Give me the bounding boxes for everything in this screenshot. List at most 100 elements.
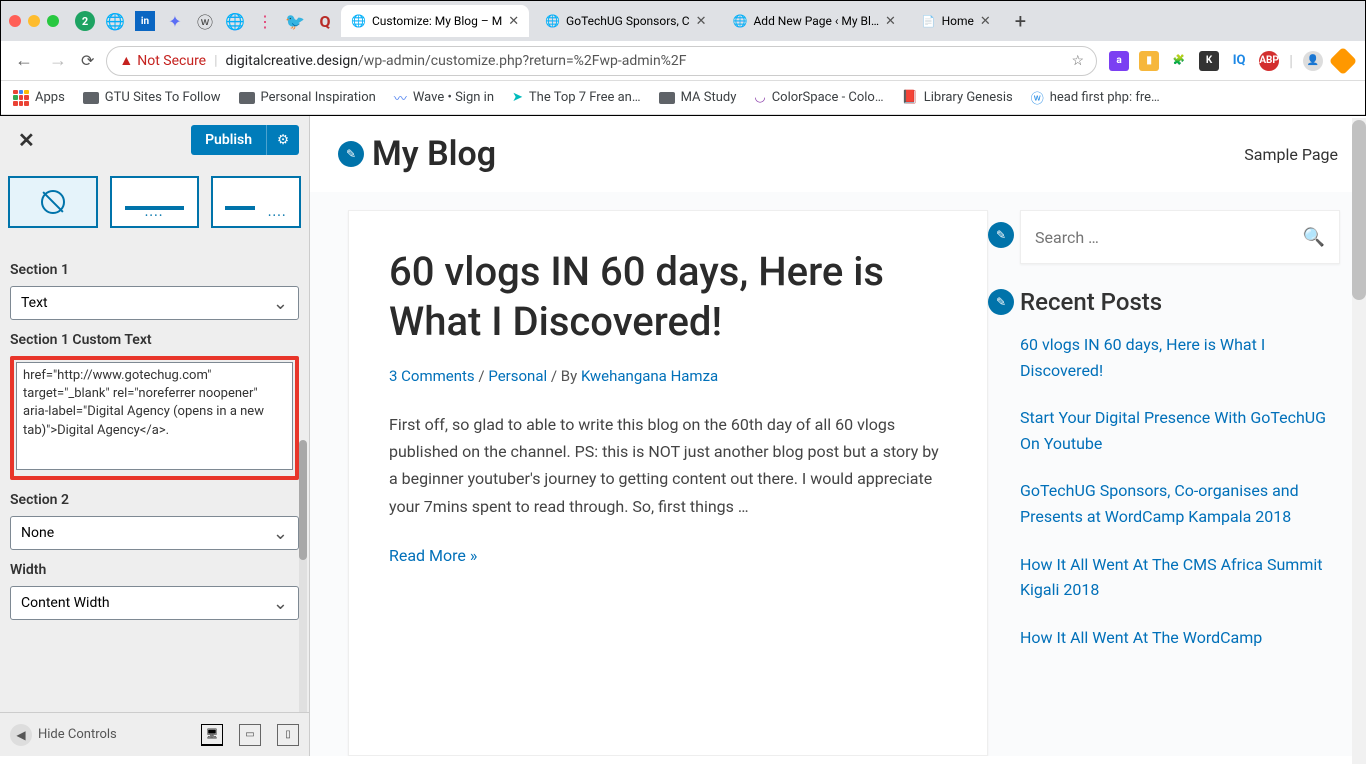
close-tab-icon[interactable]: ✕ (885, 14, 896, 29)
post-excerpt: First off, so glad to able to write this… (389, 411, 947, 520)
back-button[interactable]: ← (13, 50, 35, 71)
browser-tab[interactable]: 📄 Home ✕ (912, 5, 1001, 37)
recent-post-link[interactable]: 60 vlogs IN 60 days, Here is What I Disc… (1020, 335, 1265, 380)
edit-shortcut-icon[interactable]: ✎ (988, 289, 1014, 315)
extension-icon[interactable]: ▮ (1139, 51, 1159, 71)
width-select[interactable]: Content Width (10, 586, 299, 620)
search-icon[interactable]: 🔍 (1303, 227, 1325, 248)
adblock-icon[interactable]: ABP (1259, 51, 1279, 71)
pinned-tab-icon[interactable]: ⓦ (195, 11, 215, 31)
publish-settings-button[interactable]: ⚙ (266, 125, 299, 155)
bookmark-item[interactable]: 〰Wave • Sign in (394, 88, 494, 107)
extension-icon[interactable]: IQ (1229, 51, 1249, 71)
post-title[interactable]: 60 vlogs IN 60 days, Here is What I Disc… (389, 247, 947, 347)
bookmark-label: ColorSpace - Colo… (772, 90, 884, 105)
pinned-tab-icon[interactable]: 🌐 (105, 11, 125, 31)
recent-post-link[interactable]: How It All Went At The CMS Africa Summit… (1020, 555, 1322, 600)
list-item: Start Your Digital Presence With GoTechU… (1020, 405, 1340, 456)
recent-post-link[interactable]: How It All Went At The WordCamp (1020, 628, 1262, 647)
bookmark-item[interactable]: GTU Sites To Follow (83, 90, 221, 105)
globe-icon: 🌐 (545, 14, 560, 28)
pinned-tab-icon[interactable]: ⋮ (255, 11, 275, 31)
profile-icon[interactable]: 👤 (1303, 51, 1323, 71)
desktop-preview-button[interactable]: 🖥 (201, 724, 223, 746)
layout-option-none[interactable] (8, 176, 98, 228)
pinned-tab-icon[interactable]: in (135, 11, 155, 31)
site-title[interactable]: My Blog (372, 134, 496, 174)
footer-layout-picker: •••• •••• (0, 164, 309, 240)
forward-button[interactable]: → (47, 50, 69, 71)
new-tab-button[interactable]: + (1007, 9, 1034, 33)
width-label: Width (10, 562, 299, 578)
close-customizer-button[interactable]: ✕ (10, 124, 43, 156)
reload-button[interactable]: ⟳ (81, 51, 94, 70)
apps-label: Apps (35, 90, 65, 105)
publish-button[interactable]: Publish (191, 125, 266, 155)
extension-icon[interactable]: 🧩 (1169, 51, 1189, 71)
customizer-header: ✕ Publish ⚙ (0, 116, 309, 164)
pinned-tab-icon[interactable]: 🌐 (225, 11, 245, 31)
panel-scrollbar[interactable] (299, 440, 307, 712)
not-secure-label: Not Secure (137, 53, 206, 69)
author-link[interactable]: Kwehangana Hamza (581, 367, 718, 385)
address-bar[interactable]: ▲Not Secure | digitalcreative.design/wp-… (106, 46, 1097, 76)
url-text: digitalcreative.design/wp-admin/customiz… (226, 53, 687, 69)
url-host: digitalcreative.design (226, 53, 358, 69)
bookmark-star-icon[interactable]: ☆ (1072, 53, 1085, 69)
read-more-link[interactable]: Read More » (389, 546, 477, 565)
browser-tab[interactable]: 🌐 Customize: My Blog – M ✕ (341, 5, 529, 37)
pinned-tab-icon[interactable]: ✦ (165, 11, 185, 31)
maximize-window-icon[interactable] (47, 15, 59, 27)
browser-toolbar: ← → ⟳ ▲Not Secure | digitalcreative.desi… (1, 41, 1365, 81)
bookmark-item[interactable]: ➤The Top 7 Free an… (512, 90, 641, 105)
search-input[interactable] (1035, 228, 1303, 247)
tab-strip: 2 🌐 in ✦ ⓦ 🌐 ⋮ 🐦 Q 🌐 Customize: My Blog … (1, 1, 1365, 41)
bookmark-item[interactable]: MA Study (659, 90, 737, 105)
custom-text-input[interactable] (16, 362, 293, 470)
select-value: None (21, 525, 54, 541)
minimize-window-icon[interactable] (28, 15, 40, 27)
close-tab-icon[interactable]: ✕ (696, 14, 707, 29)
extension-icon[interactable] (1329, 46, 1357, 74)
close-tab-icon[interactable]: ✕ (980, 14, 991, 29)
select-value: Text (21, 295, 48, 311)
recent-post-link[interactable]: GoTechUG Sponsors, Co-organises and Pres… (1020, 481, 1299, 526)
bookmark-item[interactable]: Personal Inspiration (239, 90, 376, 105)
section1-select[interactable]: Text (10, 286, 299, 320)
comments-link[interactable]: 3 Comments (389, 367, 475, 385)
close-tab-icon[interactable]: ✕ (508, 14, 519, 29)
pinned-tab-icon[interactable]: 2 (75, 11, 95, 31)
hide-controls-button[interactable]: ◀ Hide Controls (10, 724, 117, 746)
section2-select[interactable]: None (10, 516, 299, 550)
extension-icon[interactable]: K (1199, 51, 1219, 71)
tablet-preview-button[interactable]: ▭ (239, 724, 261, 746)
post-card: 60 vlogs IN 60 days, Here is What I Disc… (348, 210, 988, 756)
pinned-tab-icon[interactable]: 🐦 (285, 11, 305, 31)
category-link[interactable]: Personal (488, 367, 547, 385)
close-window-icon[interactable] (9, 15, 21, 27)
layout-option-split[interactable]: •••• (211, 176, 301, 228)
window-controls (9, 15, 59, 27)
extension-icon[interactable]: a (1109, 51, 1129, 71)
mobile-preview-button[interactable]: ▯ (277, 724, 299, 746)
section1-label: Section 1 (10, 262, 299, 278)
folder-icon (659, 92, 675, 104)
browser-tab[interactable]: 🌐 Add New Page ‹ My Bl… ✕ (723, 5, 906, 37)
page-scrollbar[interactable] (1352, 118, 1366, 764)
edit-shortcut-icon[interactable]: ✎ (988, 222, 1014, 248)
bookmark-label: GTU Sites To Follow (105, 90, 221, 105)
bookmark-item[interactable]: 📕Library Genesis (902, 90, 1013, 105)
bookmark-item[interactable]: ◡ColorSpace - Colo… (754, 90, 883, 105)
tab-title: Add New Page ‹ My Bl… (753, 14, 879, 28)
bookmark-item[interactable]: ⓦhead first php: fre… (1031, 88, 1160, 107)
layout-option-center[interactable]: •••• (110, 176, 200, 228)
apps-button[interactable]: Apps (13, 90, 65, 106)
browser-tab[interactable]: 🌐 GoTechUG Sponsors, C ✕ (535, 5, 716, 37)
recent-post-link[interactable]: Start Your Digital Presence With GoTechU… (1020, 408, 1326, 453)
pinned-tab-icon[interactable]: Q (315, 11, 335, 31)
edit-shortcut-icon[interactable]: ✎ (338, 141, 364, 167)
site-icon: ➤ (512, 90, 523, 105)
pinned-tabs: 2 🌐 in ✦ ⓦ 🌐 ⋮ 🐦 Q (75, 11, 335, 31)
nav-link-sample-page[interactable]: Sample Page (1244, 145, 1338, 164)
list-item: GoTechUG Sponsors, Co-organises and Pres… (1020, 478, 1340, 529)
